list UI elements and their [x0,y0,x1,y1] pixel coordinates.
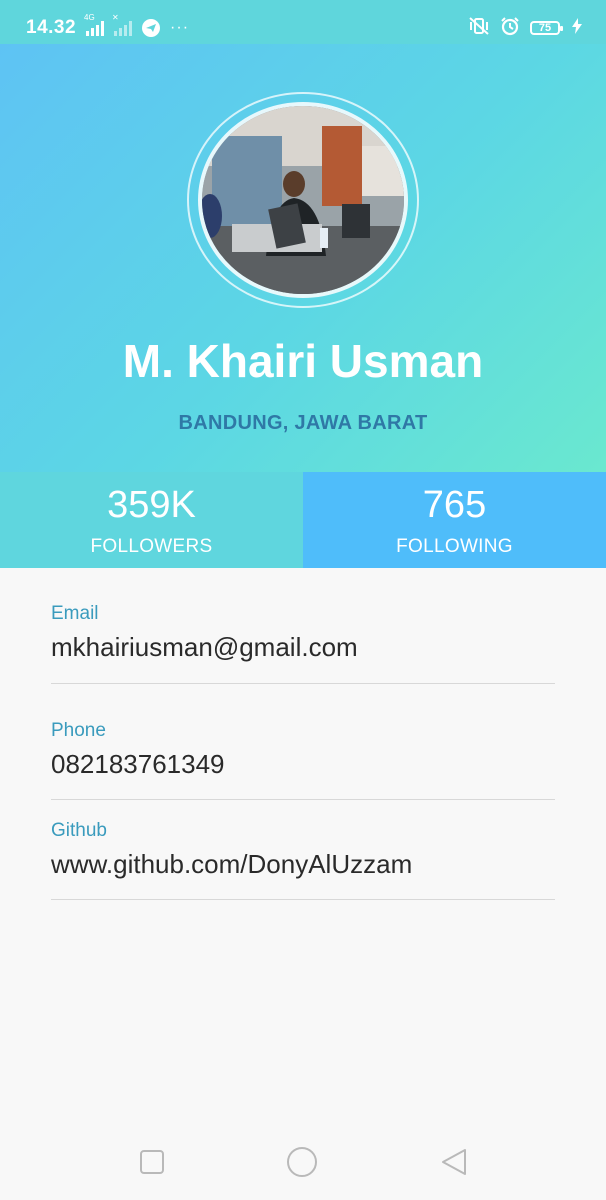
more-notifications-icon: ··· [170,19,190,36]
phone-value[interactable]: 082183761349 [51,749,225,780]
github-item[interactable]: Github www.github.com/DonyAlUzzam [51,800,555,900]
network-type-label: 4G [84,13,95,22]
followers-stat[interactable]: 359K FOLLOWERS [0,472,303,568]
following-stat[interactable]: 765 FOLLOWING [303,472,606,568]
status-time: 14.32 [26,17,77,38]
avatar[interactable] [202,106,404,294]
square-recents-icon[interactable] [138,1148,166,1176]
triangle-back-icon[interactable] [440,1148,468,1176]
status-left: 14.32 4G ✕ ··· [26,13,190,39]
stats-bar: 359K FOLLOWERS 765 FOLLOWING [0,472,606,568]
battery-level: 75 [538,22,552,34]
profile-location: BANDUNG, JAWA BARAT [178,412,428,434]
profile-name: M. Khairi Usman [122,335,484,387]
vibrate-mute-icon [468,16,490,41]
alarm-icon [500,16,520,41]
github-value[interactable]: www.github.com/DonyAlUzzam [51,849,412,880]
followers-label: FOLLOWERS [90,536,213,557]
phone-item[interactable]: Phone 082183761349 [51,684,555,800]
followers-count: 359K [107,484,196,526]
system-nav-bar [0,1122,606,1200]
status-right: 75 [468,16,582,41]
sim2-status-label: ✕ [112,13,119,22]
email-item[interactable]: Email mkhairiusman@gmail.com [51,568,555,684]
charging-bolt-icon [572,17,582,39]
telegram-icon [142,19,161,37]
github-label: Github [51,820,107,841]
battery-indicator: 75 [530,21,563,35]
email-label: Email [51,603,99,624]
profile-header: M. Khairi Usman BANDUNG, JAWA BARAT [0,44,606,472]
circle-home-icon[interactable] [286,1146,318,1178]
signal-sim1-icon: 4G [84,13,105,36]
signal-sim2-icon: ✕ [112,13,133,36]
email-value[interactable]: mkhairiusman@gmail.com [51,632,358,663]
contact-details: Email mkhairiusman@gmail.com Phone 08218… [51,568,555,900]
following-count: 765 [422,484,487,526]
phone-label: Phone [51,720,106,741]
following-label: FOLLOWING [396,536,513,557]
